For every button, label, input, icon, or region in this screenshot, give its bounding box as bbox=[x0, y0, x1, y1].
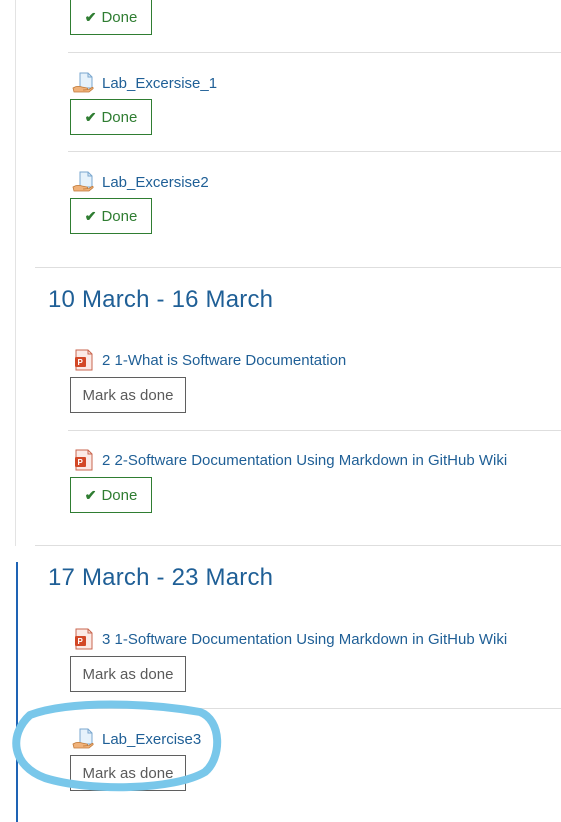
powerpoint-icon: P bbox=[75, 449, 93, 471]
done-button[interactable]: ✔ Done bbox=[70, 0, 152, 35]
section-divider bbox=[35, 545, 561, 546]
done-button[interactable]: ✔ Done bbox=[70, 198, 152, 234]
activity-link-markdown-github-wiki[interactable]: P 2 2-Software Documentation Using Markd… bbox=[72, 448, 507, 472]
activity-divider bbox=[68, 151, 561, 152]
activity-link-lab-excersise-1[interactable]: Lab_Excersise_1 bbox=[72, 71, 217, 95]
activity-title: 2 2-Software Documentation Using Markdow… bbox=[102, 451, 508, 469]
current-section-indicator bbox=[16, 562, 18, 822]
done-label: Done bbox=[101, 486, 138, 504]
activity-divider bbox=[68, 52, 561, 53]
svg-text:P: P bbox=[78, 358, 84, 367]
file-hand-icon bbox=[72, 72, 94, 93]
activity-link-software-documentation-markdown[interactable]: P 3 1-Software Documentation Using Markd… bbox=[72, 627, 507, 651]
done-label: Done bbox=[101, 108, 138, 126]
activity-title: Lab_Exercise3 bbox=[102, 730, 202, 748]
mark-as-done-button[interactable]: Mark as done bbox=[70, 377, 186, 413]
activity-link-lab-exercise3[interactable]: Lab_Exercise3 bbox=[72, 727, 201, 751]
activity-divider bbox=[68, 708, 561, 709]
activity-title: 3 1-Software Documentation Using Markdow… bbox=[102, 630, 508, 648]
section-title-mar10[interactable]: 10 March - 16 March bbox=[48, 286, 273, 314]
done-label: Done bbox=[101, 8, 138, 26]
activity-divider bbox=[68, 430, 561, 431]
mark-as-done-button[interactable]: Mark as done bbox=[70, 755, 186, 791]
check-icon: ✔ bbox=[84, 207, 97, 224]
powerpoint-icon: P bbox=[75, 349, 93, 371]
activity-title: Lab_Excersise_1 bbox=[102, 74, 218, 92]
section-left-border bbox=[15, 0, 16, 546]
section-title-mar17[interactable]: 17 March - 23 March bbox=[48, 564, 273, 592]
section-divider bbox=[35, 267, 561, 268]
activity-link-what-is-software-documentation[interactable]: P 2 1-What is Software Documentation bbox=[72, 348, 346, 372]
mark-as-done-button[interactable]: Mark as done bbox=[70, 656, 186, 692]
file-hand-icon bbox=[72, 171, 94, 192]
activity-link-lab-excersise2[interactable]: Lab_Excersise2 bbox=[72, 170, 209, 194]
svg-text:P: P bbox=[78, 458, 84, 467]
done-label: Done bbox=[101, 207, 138, 225]
svg-text:P: P bbox=[78, 637, 84, 646]
activity-title: 2 1-What is Software Documentation bbox=[102, 351, 347, 369]
check-icon: ✔ bbox=[84, 8, 97, 25]
check-icon: ✔ bbox=[84, 486, 97, 503]
done-button[interactable]: ✔ Done bbox=[70, 99, 152, 135]
check-icon: ✔ bbox=[84, 108, 97, 125]
file-hand-icon bbox=[72, 728, 94, 749]
powerpoint-icon: P bbox=[75, 628, 93, 650]
done-button[interactable]: ✔ Done bbox=[70, 477, 152, 513]
activity-title: Lab_Excersise2 bbox=[102, 173, 209, 191]
